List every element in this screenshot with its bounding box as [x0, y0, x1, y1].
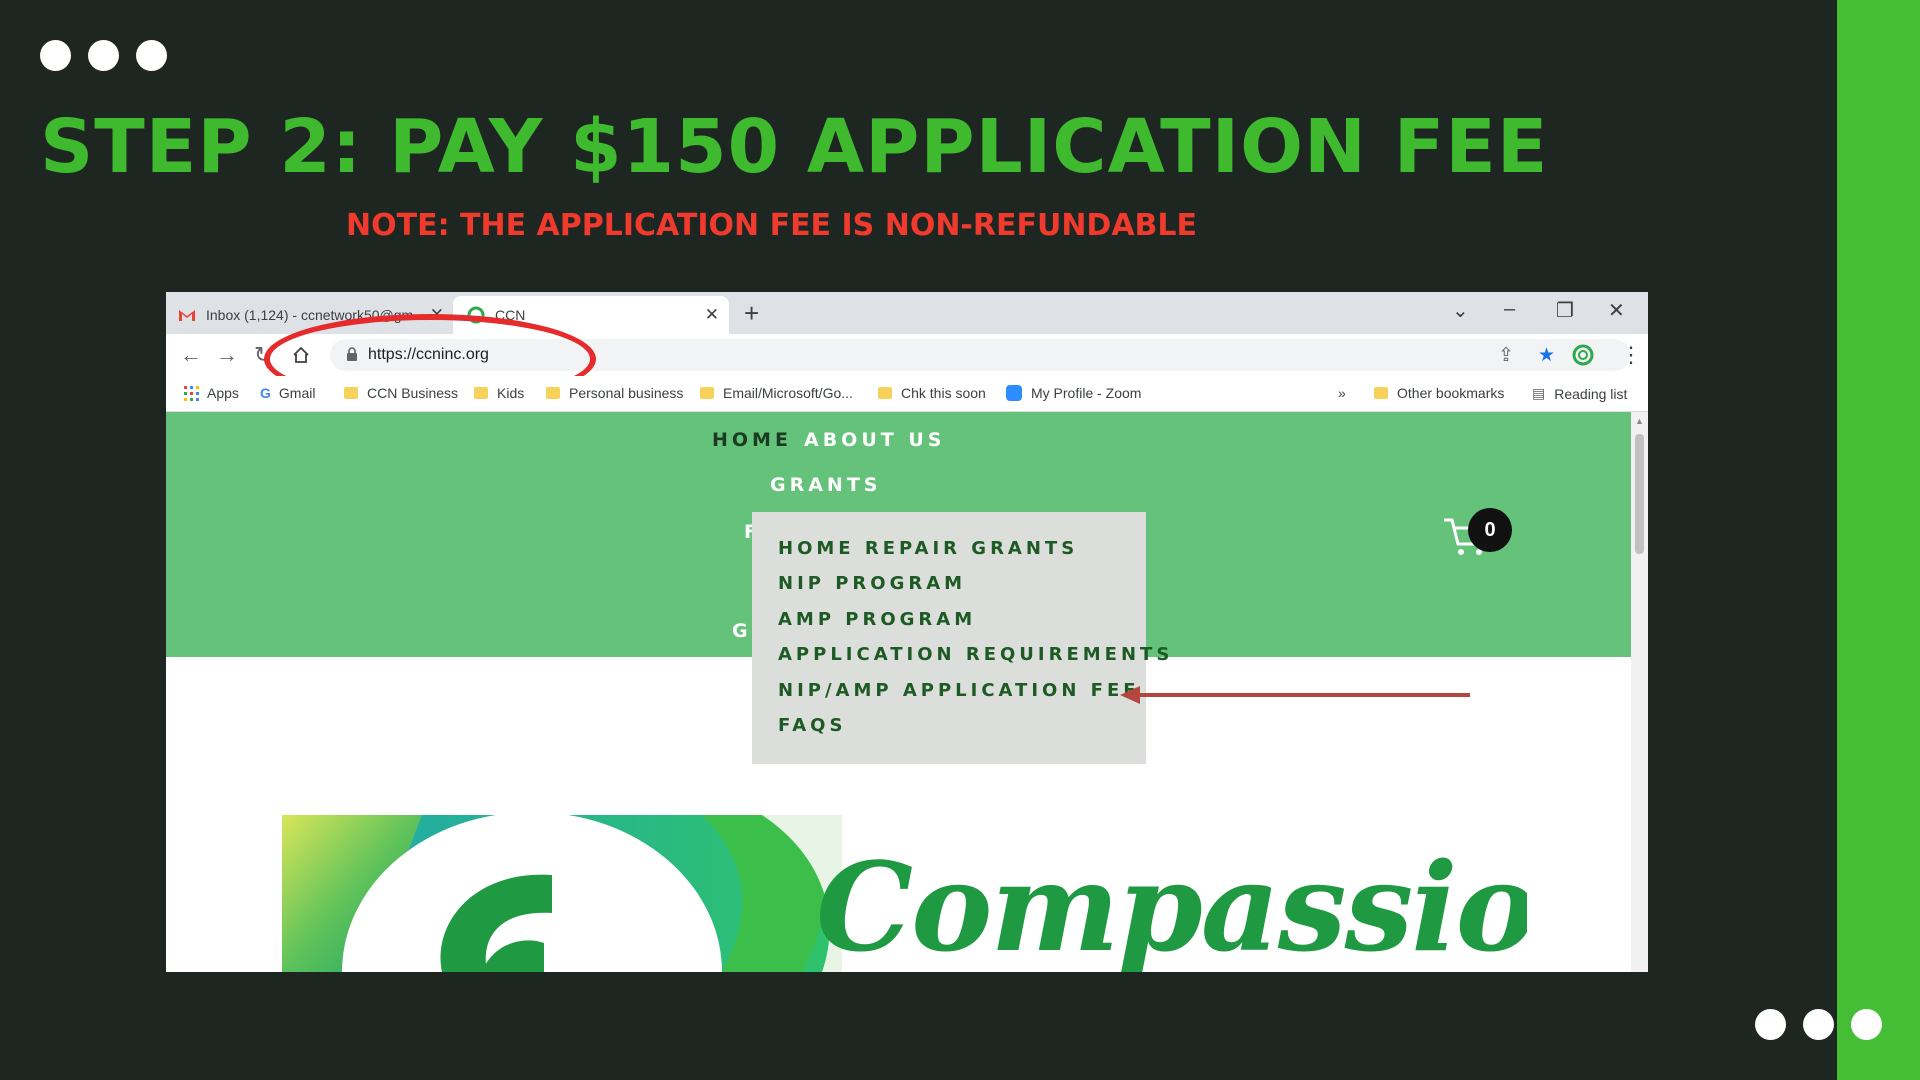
bookmark-gmail[interactable]: G Gmail	[260, 385, 315, 401]
share-icon[interactable]: ⇪	[1498, 344, 1514, 367]
folder-icon	[1374, 387, 1388, 399]
bookmark-label: Chk this soon	[901, 385, 986, 401]
minimize-icon[interactable]: –	[1504, 298, 1515, 321]
bookmark-kids[interactable]: Kids	[474, 385, 524, 401]
gmail-icon	[179, 310, 195, 321]
dropdown-item-home-repair-grants[interactable]: HOME REPAIR GRANTS	[778, 538, 1146, 573]
bookmark-label: My Profile - Zoom	[1031, 385, 1142, 401]
dropdown-item-application-requirements[interactable]: APPLICATION REQUIREMENTS	[778, 644, 1169, 679]
bookmark-chk-this-soon[interactable]: Chk this soon	[878, 385, 986, 401]
folder-icon	[344, 387, 358, 399]
ccn-extension-icon[interactable]	[1572, 344, 1594, 366]
nav-home[interactable]: HOME	[712, 429, 792, 451]
bookmark-label: Email/Microsoft/Go...	[723, 385, 853, 401]
dot	[136, 40, 167, 71]
bookmark-personal-business[interactable]: Personal business	[546, 385, 683, 401]
folder-icon	[878, 387, 892, 399]
dot	[1803, 1009, 1834, 1040]
folder-icon	[546, 387, 560, 399]
bookmark-label: CCN Business	[367, 385, 459, 401]
browser-screenshot: Inbox (1,124) - ccnetwork50@gm ✕ CCN ✕ +…	[166, 292, 1648, 972]
page-scrollbar[interactable]: ▲	[1631, 412, 1648, 972]
folder-icon	[474, 387, 488, 399]
dropdown-item-amp-program[interactable]: AMP PROGRAM	[778, 609, 1146, 644]
reading-list-icon: ▤	[1532, 385, 1546, 401]
bookmark-label: Personal business	[569, 385, 684, 401]
dot	[88, 40, 119, 71]
apps-grid-icon	[184, 385, 199, 401]
forward-arrow-icon[interactable]: →	[216, 342, 238, 368]
cart-count-badge[interactable]: 0	[1468, 508, 1512, 552]
reading-list-label: Reading list	[1554, 385, 1628, 402]
dot	[40, 40, 71, 71]
menu-kebab-icon[interactable]: ⋮	[1620, 342, 1642, 368]
brand-wordmark: Compassionate	[816, 835, 1527, 972]
pointer-arrow	[1120, 686, 1470, 704]
bookmark-ccn-business[interactable]: CCN Business	[344, 385, 458, 401]
folder-icon	[700, 387, 714, 399]
dropdown-item-nip-program[interactable]: NIP PROGRAM	[778, 573, 1146, 608]
chevron-down-icon[interactable]: ⌄	[1452, 298, 1469, 323]
bookmark-apps[interactable]: Apps	[184, 385, 239, 401]
dot	[1851, 1009, 1882, 1040]
scrollbar-thumb[interactable]	[1635, 434, 1644, 554]
bookmarks-overflow-button[interactable]: »	[1338, 385, 1346, 401]
right-green-band	[1837, 0, 1920, 1080]
restore-icon[interactable]: ❐	[1556, 298, 1574, 323]
dot	[1755, 1009, 1786, 1040]
reading-list[interactable]: ▤ Reading list	[1532, 385, 1627, 402]
bookmark-zoom-profile[interactable]: My Profile - Zoom	[1006, 385, 1141, 401]
bookmark-label: Apps	[207, 385, 239, 401]
back-arrow-icon[interactable]: ←	[180, 342, 202, 368]
scroll-up-icon[interactable]: ▲	[1635, 416, 1644, 426]
bookmark-label: Kids	[497, 385, 525, 401]
close-window-icon[interactable]: ✕	[1608, 298, 1625, 323]
bookmarks-bar: Apps G Gmail CCN Business Kids Personal …	[166, 376, 1648, 412]
dropdown-item-application-fee[interactable]: NIP/AMP APPLICATION FEE	[778, 680, 1146, 715]
website-content: HOME ABOUT US GRANTS F G 0 HOME REPAIR G…	[166, 412, 1648, 972]
nav-grants[interactable]: GRANTS	[770, 474, 881, 496]
new-tab-plus-icon[interactable]: +	[744, 298, 759, 329]
nav-about-us[interactable]: ABOUT US	[804, 429, 945, 451]
bookmark-label: Gmail	[278, 385, 316, 401]
grants-dropdown-menu: HOME REPAIR GRANTS NIP PROGRAM AMP PROGR…	[752, 512, 1169, 764]
star-bookmark-icon[interactable]: ★	[1538, 344, 1555, 367]
slide-title: STEP 2: PAY $150 APPLICATION FEE	[40, 104, 1549, 190]
nav-item-partial[interactable]: G	[732, 620, 752, 642]
decorative-dots-bottom	[1755, 1009, 1882, 1040]
bookmark-email-microsoft[interactable]: Email/Microsoft/Go...	[700, 385, 853, 401]
other-bookmarks[interactable]: Other bookmarks	[1374, 385, 1504, 401]
google-icon: G	[260, 385, 271, 401]
decorative-dots-top	[40, 40, 167, 71]
dropdown-item-faqs[interactable]: FAQS	[778, 715, 1146, 750]
other-bookmarks-label: Other bookmarks	[1397, 385, 1505, 401]
ccn-logo-banner: Compassionate	[282, 815, 1527, 972]
zoom-icon	[1006, 385, 1022, 401]
close-icon[interactable]: ✕	[705, 305, 719, 325]
slide-note: NOTE: THE APPLICATION FEE IS NON-REFUNDA…	[346, 208, 1198, 243]
